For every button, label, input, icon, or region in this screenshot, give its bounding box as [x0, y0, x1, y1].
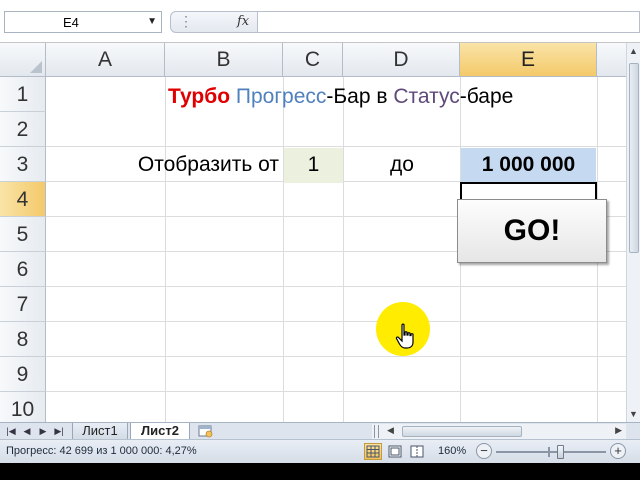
- formula-input[interactable]: [258, 11, 640, 33]
- scroll-left-icon[interactable]: ◀: [387, 425, 394, 436]
- first-sheet-icon[interactable]: |◀: [4, 423, 18, 439]
- normal-view-button[interactable]: [364, 443, 382, 460]
- select-all-icon: [30, 61, 42, 73]
- horizontal-scroll-thumb[interactable]: [402, 426, 522, 437]
- zoom-out-button[interactable]: −: [476, 443, 492, 459]
- next-sheet-icon[interactable]: ▶: [36, 423, 50, 439]
- gridline: [283, 77, 284, 422]
- page-layout-icon: [388, 445, 402, 458]
- status-progress-text: Прогресс: 42 699 из 1 000 000: 4,27%: [6, 445, 197, 457]
- gridline: [46, 321, 626, 322]
- column-header-d[interactable]: D: [343, 43, 460, 77]
- vertical-scrollbar[interactable]: ▲ ▼: [626, 43, 640, 422]
- cell-c3-value[interactable]: 1: [284, 148, 343, 182]
- zoom-slider-thumb[interactable]: [557, 445, 564, 459]
- prev-sheet-icon[interactable]: ◀: [20, 423, 34, 439]
- name-box-value: E4: [63, 15, 79, 30]
- gridline: [343, 77, 344, 422]
- gridline: [46, 391, 626, 392]
- title-progress: Прогресс: [235, 85, 327, 108]
- last-sheet-icon[interactable]: ▶|: [52, 423, 66, 439]
- gridline: [46, 356, 626, 357]
- title-bar-end: -баре: [459, 85, 514, 108]
- row-header-9[interactable]: 9: [0, 357, 46, 392]
- column-header-c[interactable]: C: [283, 43, 343, 77]
- cell-b3-label[interactable]: Отобразить от: [46, 148, 279, 182]
- title-status: Статус: [393, 85, 460, 108]
- formula-bar: E4 ▼ ⋮ fx: [0, 0, 640, 43]
- column-header-f[interactable]: [597, 43, 626, 77]
- title-bar-in: -Бар в: [326, 85, 394, 108]
- row-header-3[interactable]: 3: [0, 147, 46, 182]
- sheet-tab-2[interactable]: Лист2: [130, 423, 190, 440]
- row-header-1[interactable]: 1: [0, 77, 46, 112]
- column-header-b[interactable]: B: [165, 43, 283, 77]
- hand-pointer-icon: [395, 323, 414, 349]
- cell-e3-value[interactable]: 1 000 000: [461, 148, 596, 182]
- column-header-e[interactable]: E: [460, 43, 597, 77]
- horizontal-scrollbar[interactable]: ◀ ▶: [372, 424, 626, 439]
- row-header-10[interactable]: 10: [0, 392, 46, 422]
- cell-title[interactable]: Турбо Прогресс-Бар в Статус-баре: [168, 80, 513, 114]
- sheet-tabs-bar: |◀ ◀ ▶ ▶| Лист1 Лист2 ◀ ▶: [0, 422, 640, 440]
- scroll-up-icon[interactable]: ▲: [629, 46, 638, 56]
- zoom-level[interactable]: 160%: [438, 445, 466, 457]
- page-layout-button[interactable]: [386, 443, 404, 460]
- sheet-tab-1[interactable]: Лист1: [72, 423, 128, 440]
- row-header-8[interactable]: 8: [0, 322, 46, 357]
- grip-icon: ⋮: [179, 13, 194, 29]
- normal-view-icon: [366, 445, 380, 458]
- fx-icon[interactable]: fx: [237, 14, 249, 29]
- name-box[interactable]: E4 ▼: [4, 11, 162, 33]
- formula-buttons: ⋮ fx: [170, 11, 258, 33]
- page-break-button[interactable]: [408, 443, 426, 460]
- gridline: [46, 146, 626, 147]
- row-header-7[interactable]: 7: [0, 287, 46, 322]
- select-all-corner[interactable]: [0, 43, 46, 77]
- gridline: [46, 286, 626, 287]
- scroll-right-icon[interactable]: ▶: [615, 425, 622, 436]
- spreadsheet-grid[interactable]: A B C D E 1 2 3 4 5 6 7 8 9 10 Турбо Про…: [0, 43, 626, 422]
- row-header-2[interactable]: 2: [0, 112, 46, 147]
- status-bar: Прогресс: 42 699 из 1 000 000: 4,27% 160…: [0, 439, 640, 463]
- column-header-a[interactable]: A: [46, 43, 165, 77]
- title-turbo: Турбо: [168, 85, 231, 108]
- new-sheet-icon[interactable]: [196, 424, 214, 438]
- tab-split-handle[interactable]: [374, 425, 379, 438]
- page-break-icon: [410, 445, 424, 458]
- scroll-down-icon[interactable]: ▼: [629, 409, 638, 419]
- go-button[interactable]: GO!: [457, 199, 607, 263]
- row-header-4[interactable]: 4: [0, 182, 46, 217]
- zoom-in-button[interactable]: +: [610, 443, 626, 459]
- screen-bottom-border: [0, 463, 640, 480]
- zoom-slider-center-mark: [548, 447, 550, 457]
- row-header-6[interactable]: 6: [0, 252, 46, 287]
- vertical-scroll-thumb[interactable]: [629, 63, 639, 253]
- chevron-down-icon[interactable]: ▼: [147, 16, 157, 27]
- zoom-slider-track[interactable]: [496, 451, 606, 453]
- gridline: [165, 77, 166, 422]
- cell-d3-label[interactable]: до: [344, 148, 460, 182]
- row-header-5[interactable]: 5: [0, 217, 46, 252]
